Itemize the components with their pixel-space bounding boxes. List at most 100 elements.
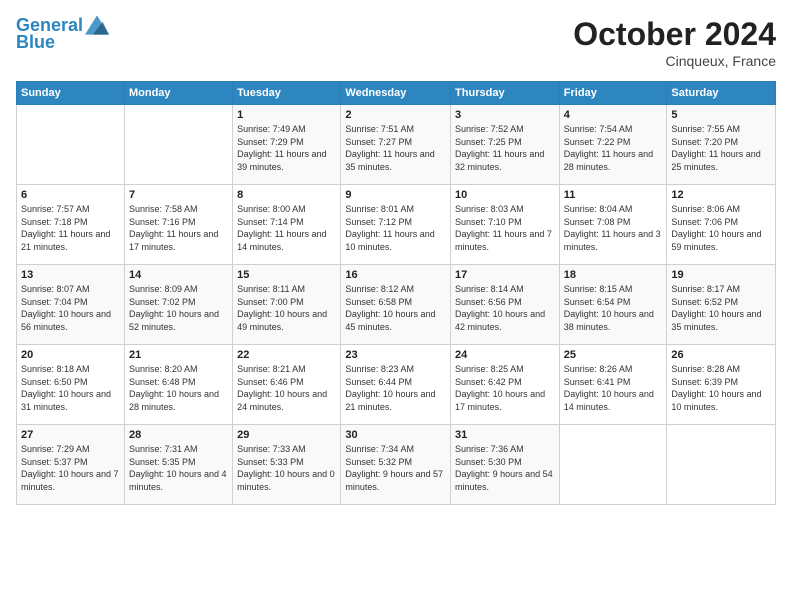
calendar-cell — [17, 105, 125, 185]
day-number: 30 — [345, 429, 446, 441]
calendar-week-4: 20Sunrise: 8:18 AMSunset: 6:50 PMDayligh… — [17, 345, 776, 425]
calendar-cell: 4 Sunrise: 7:54 AMSunset: 7:22 PMDaylight… — [559, 105, 667, 185]
logo: General Blue — [16, 16, 109, 53]
calendar-cell: 24 Sunrise: 8:25 AMSunset: 6:42 PMDayligh… — [451, 345, 560, 425]
day-number: 4 — [564, 109, 663, 121]
day-info: Sunrise: 8:07 AMSunset: 7:04 PMDaylight:… — [21, 283, 120, 333]
calendar-week-2: 6 Sunrise: 7:57 AMSunset: 7:18 PMDaylight… — [17, 185, 776, 265]
day-info: Sunrise: 8:15 AMSunset: 6:54 PMDaylight:… — [564, 283, 663, 333]
day-info: Sunrise: 7:31 AMSunset: 5:35 PMDaylight:… — [129, 443, 228, 493]
calendar-cell — [667, 425, 776, 505]
title-block: October 2024 Cinqueux, France — [573, 16, 776, 69]
calendar: Sunday Monday Tuesday Wednesday Thursday… — [16, 81, 776, 505]
calendar-cell: 25 Sunrise: 8:26 AMSunset: 6:41 PMDayligh… — [559, 345, 667, 425]
calendar-cell: 28 Sunrise: 7:31 AMSunset: 5:35 PMDayligh… — [124, 425, 232, 505]
day-number: 5 — [671, 109, 771, 121]
day-number: 23 — [345, 349, 446, 361]
day-number: 19 — [671, 269, 771, 281]
day-number: 24 — [455, 349, 555, 361]
day-info: Sunrise: 8:12 AMSunset: 6:58 PMDaylight:… — [345, 283, 446, 333]
day-number: 2 — [345, 109, 446, 121]
day-number: 9 — [345, 189, 446, 201]
location: Cinqueux, France — [573, 53, 776, 69]
day-number: 15 — [237, 269, 336, 281]
day-info: Sunrise: 8:25 AMSunset: 6:42 PMDaylight:… — [455, 363, 555, 413]
day-number: 20 — [21, 349, 120, 361]
day-number: 7 — [129, 189, 228, 201]
day-number: 8 — [237, 189, 336, 201]
calendar-cell: 30 Sunrise: 7:34 AMSunset: 5:32 PMDayligh… — [341, 425, 451, 505]
day-info: Sunrise: 8:14 AMSunset: 6:56 PMDaylight:… — [455, 283, 555, 333]
calendar-cell: 19 Sunrise: 8:17 AMSunset: 6:52 PMDayligh… — [667, 265, 776, 345]
day-number: 27 — [21, 429, 120, 441]
calendar-cell — [559, 425, 667, 505]
day-number: 12 — [671, 189, 771, 201]
day-info: Sunrise: 8:00 AMSunset: 7:14 PMDaylight:… — [237, 203, 336, 253]
day-info: Sunrise: 8:04 AMSunset: 7:08 PMDaylight:… — [564, 203, 663, 253]
day-info: Sunrise: 8:17 AMSunset: 6:52 PMDaylight:… — [671, 283, 771, 333]
calendar-cell: 22Sunrise: 8:21 AMSunset: 6:46 PMDayligh… — [233, 345, 341, 425]
calendar-cell: 10Sunrise: 8:03 AMSunset: 7:10 PMDayligh… — [451, 185, 560, 265]
day-number: 26 — [671, 349, 771, 361]
calendar-week-1: 1Sunrise: 7:49 AMSunset: 7:29 PMDaylight… — [17, 105, 776, 185]
calendar-cell: 6 Sunrise: 7:57 AMSunset: 7:18 PMDaylight… — [17, 185, 125, 265]
day-info: Sunrise: 7:57 AMSunset: 7:18 PMDaylight:… — [21, 203, 120, 253]
calendar-cell: 21 Sunrise: 8:20 AMSunset: 6:48 PMDayligh… — [124, 345, 232, 425]
col-wednesday: Wednesday — [341, 82, 451, 105]
calendar-cell: 2 Sunrise: 7:51 AMSunset: 7:27 PMDaylight… — [341, 105, 451, 185]
calendar-cell: 15 Sunrise: 8:11 AMSunset: 7:00 PMDayligh… — [233, 265, 341, 345]
calendar-cell: 5 Sunrise: 7:55 AMSunset: 7:20 PMDaylight… — [667, 105, 776, 185]
day-info: Sunrise: 7:55 AMSunset: 7:20 PMDaylight:… — [671, 123, 771, 173]
day-info: Sunrise: 7:29 AMSunset: 5:37 PMDaylight:… — [21, 443, 120, 493]
calendar-cell: 9Sunrise: 8:01 AMSunset: 7:12 PMDaylight… — [341, 185, 451, 265]
col-monday: Monday — [124, 82, 232, 105]
day-number: 6 — [21, 189, 120, 201]
day-number: 14 — [129, 269, 228, 281]
day-info: Sunrise: 8:26 AMSunset: 6:41 PMDaylight:… — [564, 363, 663, 413]
calendar-cell: 20Sunrise: 8:18 AMSunset: 6:50 PMDayligh… — [17, 345, 125, 425]
day-info: Sunrise: 8:20 AMSunset: 6:48 PMDaylight:… — [129, 363, 228, 413]
day-info: Sunrise: 7:52 AMSunset: 7:25 PMDaylight:… — [455, 123, 555, 173]
calendar-cell: 27 Sunrise: 7:29 AMSunset: 5:37 PMDayligh… — [17, 425, 125, 505]
day-info: Sunrise: 7:33 AMSunset: 5:33 PMDaylight:… — [237, 443, 336, 493]
day-info: Sunrise: 7:36 AMSunset: 5:30 PMDaylight:… — [455, 443, 555, 493]
col-thursday: Thursday — [451, 82, 560, 105]
day-number: 18 — [564, 269, 663, 281]
day-number: 17 — [455, 269, 555, 281]
col-friday: Friday — [559, 82, 667, 105]
month-title: October 2024 — [573, 16, 776, 53]
day-number: 10 — [455, 189, 555, 201]
day-number: 16 — [345, 269, 446, 281]
calendar-week-3: 13 Sunrise: 8:07 AMSunset: 7:04 PMDayligh… — [17, 265, 776, 345]
calendar-cell: 26 Sunrise: 8:28 AMSunset: 6:39 PMDayligh… — [667, 345, 776, 425]
calendar-cell: 8 Sunrise: 8:00 AMSunset: 7:14 PMDaylight… — [233, 185, 341, 265]
calendar-cell: 29 Sunrise: 7:33 AMSunset: 5:33 PMDayligh… — [233, 425, 341, 505]
col-sunday: Sunday — [17, 82, 125, 105]
day-info: Sunrise: 8:21 AMSunset: 6:46 PMDaylight:… — [237, 363, 336, 413]
day-number: 13 — [21, 269, 120, 281]
day-number: 25 — [564, 349, 663, 361]
calendar-cell — [124, 105, 232, 185]
day-info: Sunrise: 7:51 AMSunset: 7:27 PMDaylight:… — [345, 123, 446, 173]
col-saturday: Saturday — [667, 82, 776, 105]
day-info: Sunrise: 7:49 AMSunset: 7:29 PMDaylight:… — [237, 123, 336, 173]
calendar-cell: 3Sunrise: 7:52 AMSunset: 7:25 PMDaylight… — [451, 105, 560, 185]
calendar-cell: 13 Sunrise: 8:07 AMSunset: 7:04 PMDayligh… — [17, 265, 125, 345]
day-info: Sunrise: 8:11 AMSunset: 7:00 PMDaylight:… — [237, 283, 336, 333]
day-number: 31 — [455, 429, 555, 441]
header: General Blue October 2024 Cinqueux, Fran… — [16, 16, 776, 69]
calendar-cell: 12 Sunrise: 8:06 AMSunset: 7:06 PMDayligh… — [667, 185, 776, 265]
calendar-header-row: Sunday Monday Tuesday Wednesday Thursday… — [17, 82, 776, 105]
day-number: 21 — [129, 349, 228, 361]
day-info: Sunrise: 8:23 AMSunset: 6:44 PMDaylight:… — [345, 363, 446, 413]
calendar-cell: 16 Sunrise: 8:12 AMSunset: 6:58 PMDayligh… — [341, 265, 451, 345]
day-number: 29 — [237, 429, 336, 441]
day-info: Sunrise: 7:54 AMSunset: 7:22 PMDaylight:… — [564, 123, 663, 173]
day-info: Sunrise: 8:06 AMSunset: 7:06 PMDaylight:… — [671, 203, 771, 253]
day-number: 28 — [129, 429, 228, 441]
day-info: Sunrise: 7:58 AMSunset: 7:16 PMDaylight:… — [129, 203, 228, 253]
day-info: Sunrise: 7:34 AMSunset: 5:32 PMDaylight:… — [345, 443, 446, 493]
calendar-week-5: 27 Sunrise: 7:29 AMSunset: 5:37 PMDayligh… — [17, 425, 776, 505]
day-info: Sunrise: 8:28 AMSunset: 6:39 PMDaylight:… — [671, 363, 771, 413]
calendar-cell: 7 Sunrise: 7:58 AMSunset: 7:16 PMDaylight… — [124, 185, 232, 265]
